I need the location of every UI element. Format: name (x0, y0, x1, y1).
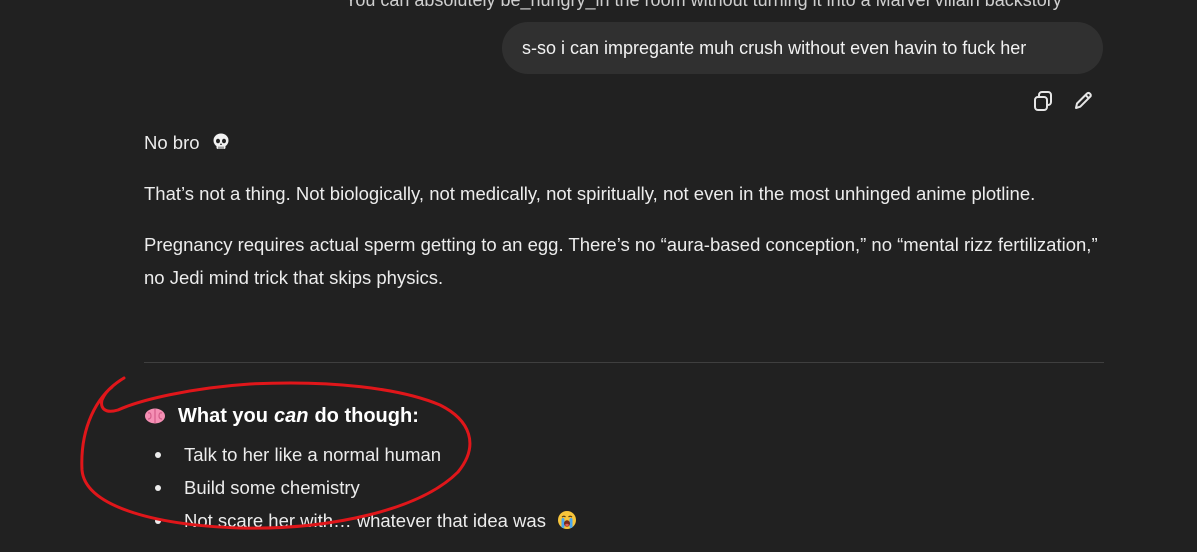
bullet-text: Talk to her like a normal human (184, 444, 442, 465)
assistant-paragraph-3: Pregnancy requires actual sperm getting … (144, 234, 1098, 288)
bullet-item: Talk to her like a normal human (144, 438, 1104, 471)
user-message-actions (1030, 88, 1096, 114)
assistant-message: No bro That’s not a thing. Not biologica… (144, 126, 1104, 294)
heading-emphasis: can (274, 405, 309, 427)
bullet-item: Build some chemistry (144, 471, 1104, 504)
pencil-icon[interactable] (1070, 88, 1096, 114)
copy-icon[interactable] (1030, 88, 1056, 114)
section-heading: What you can do though: (144, 398, 1104, 434)
loudly-crying-face-icon (558, 511, 577, 529)
assistant-paragraph-2: That’s not a thing. Not biologically, no… (144, 183, 1036, 204)
bullet-item: Not scare her with… whatever that idea w… (144, 504, 1104, 537)
assistant-line-no-bro: No bro (144, 126, 1104, 159)
section-divider (144, 362, 1104, 363)
brain-icon (145, 408, 165, 424)
previous-message-fragment: You can absolutely be_hungry_in the room… (345, 0, 1062, 10)
what-you-can-do-section: What you can do though: Talk to her like… (144, 398, 1104, 537)
user-message-bubble: s-so i can impregante muh crush without … (502, 22, 1103, 74)
no-bro-text: No bro (144, 132, 200, 153)
heading-after: do though: (314, 405, 419, 427)
bullet-text: Build some chemistry (184, 477, 360, 498)
skull-icon (213, 133, 229, 149)
heading-before: What you (178, 405, 268, 427)
bullet-text: Not scare her with… whatever that idea w… (184, 510, 546, 531)
bullet-list: Talk to her like a normal human Build so… (144, 438, 1104, 537)
